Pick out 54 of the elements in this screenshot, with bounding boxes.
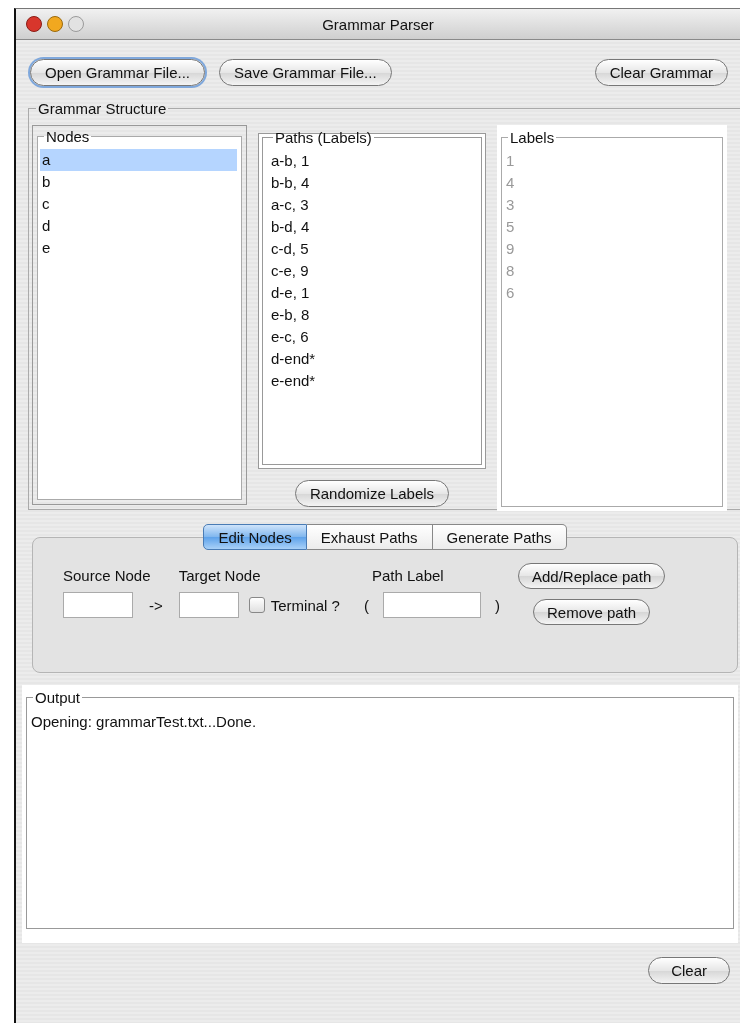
output-text: Opening: grammarTest.txt...Done. — [31, 712, 258, 732]
path-item[interactable]: e-b, 8 — [269, 304, 481, 326]
close-icon[interactable] — [26, 16, 42, 32]
label-item: 4 — [505, 173, 516, 193]
path-item[interactable]: c-e, 9 — [269, 260, 481, 282]
group-title: Output — [34, 689, 82, 706]
label-item: 3 — [505, 195, 516, 215]
node-item[interactable]: e — [40, 237, 241, 259]
path-label-field[interactable] — [382, 592, 481, 618]
path-item[interactable]: a-b, 1 — [269, 150, 481, 172]
path-item[interactable]: c-d, 5 — [269, 238, 481, 260]
path-item[interactable]: b-d, 4 — [269, 216, 481, 238]
node-item[interactable]: c — [40, 193, 241, 215]
node-item[interactable]: a — [40, 149, 237, 171]
list-title: Nodes — [45, 128, 91, 145]
minimize-icon[interactable] — [47, 16, 63, 32]
toolbar-button[interactable]: Save Grammar File... — [219, 59, 392, 86]
toolbar-button[interactable]: Open Grammar File... — [30, 59, 206, 86]
tab[interactable]: Exhaust Paths — [306, 524, 433, 550]
tab[interactable]: Edit Nodes — [203, 524, 307, 550]
target-node-field[interactable] — [178, 592, 239, 618]
node-item[interactable]: d — [40, 215, 241, 237]
toolbar-button[interactable]: Clear Grammar — [594, 59, 728, 86]
field-label: Target Node — [178, 566, 262, 586]
list-title: Paths (Labels) — [274, 129, 373, 146]
paren-text: ) — [493, 596, 501, 614]
label-item: 1 — [505, 151, 516, 171]
path-item[interactable]: b-b, 4 — [269, 172, 481, 194]
path-item[interactable]: e-end* — [269, 370, 481, 392]
path-button[interactable]: Remove path — [533, 599, 651, 625]
source-node-field[interactable] — [63, 592, 133, 618]
label-item: 6 — [505, 283, 516, 303]
field-label: Source Node — [63, 566, 152, 586]
label-item: 8 — [505, 261, 516, 281]
path-item[interactable]: e-c, 6 — [269, 326, 481, 348]
zoom-icon[interactable] — [68, 16, 84, 32]
randomize-button[interactable]: Randomize Labels — [294, 480, 450, 507]
clear-button[interactable]: Clear — [648, 957, 730, 984]
path-item[interactable]: d-end* — [269, 348, 481, 370]
paren-text: ( — [362, 596, 370, 614]
window-title: Grammar Parser — [322, 15, 434, 33]
label-item: 5 — [505, 217, 516, 237]
terminal-checkbox[interactable] — [248, 597, 265, 613]
tab[interactable]: Generate Paths — [432, 524, 567, 550]
group-title: Grammar Structure — [37, 100, 168, 117]
field-label: Path Label — [371, 566, 444, 586]
list-title: Labels — [509, 129, 556, 146]
path-button[interactable]: Add/Replace path — [517, 563, 666, 589]
path-item[interactable]: a-c, 3 — [269, 194, 481, 216]
arrow-text: -> — [148, 596, 164, 614]
label-item: 9 — [505, 239, 516, 259]
node-item[interactable]: b — [40, 171, 241, 193]
checkbox-label: Terminal ? — [270, 596, 341, 614]
path-item[interactable]: d-e, 1 — [269, 282, 481, 304]
